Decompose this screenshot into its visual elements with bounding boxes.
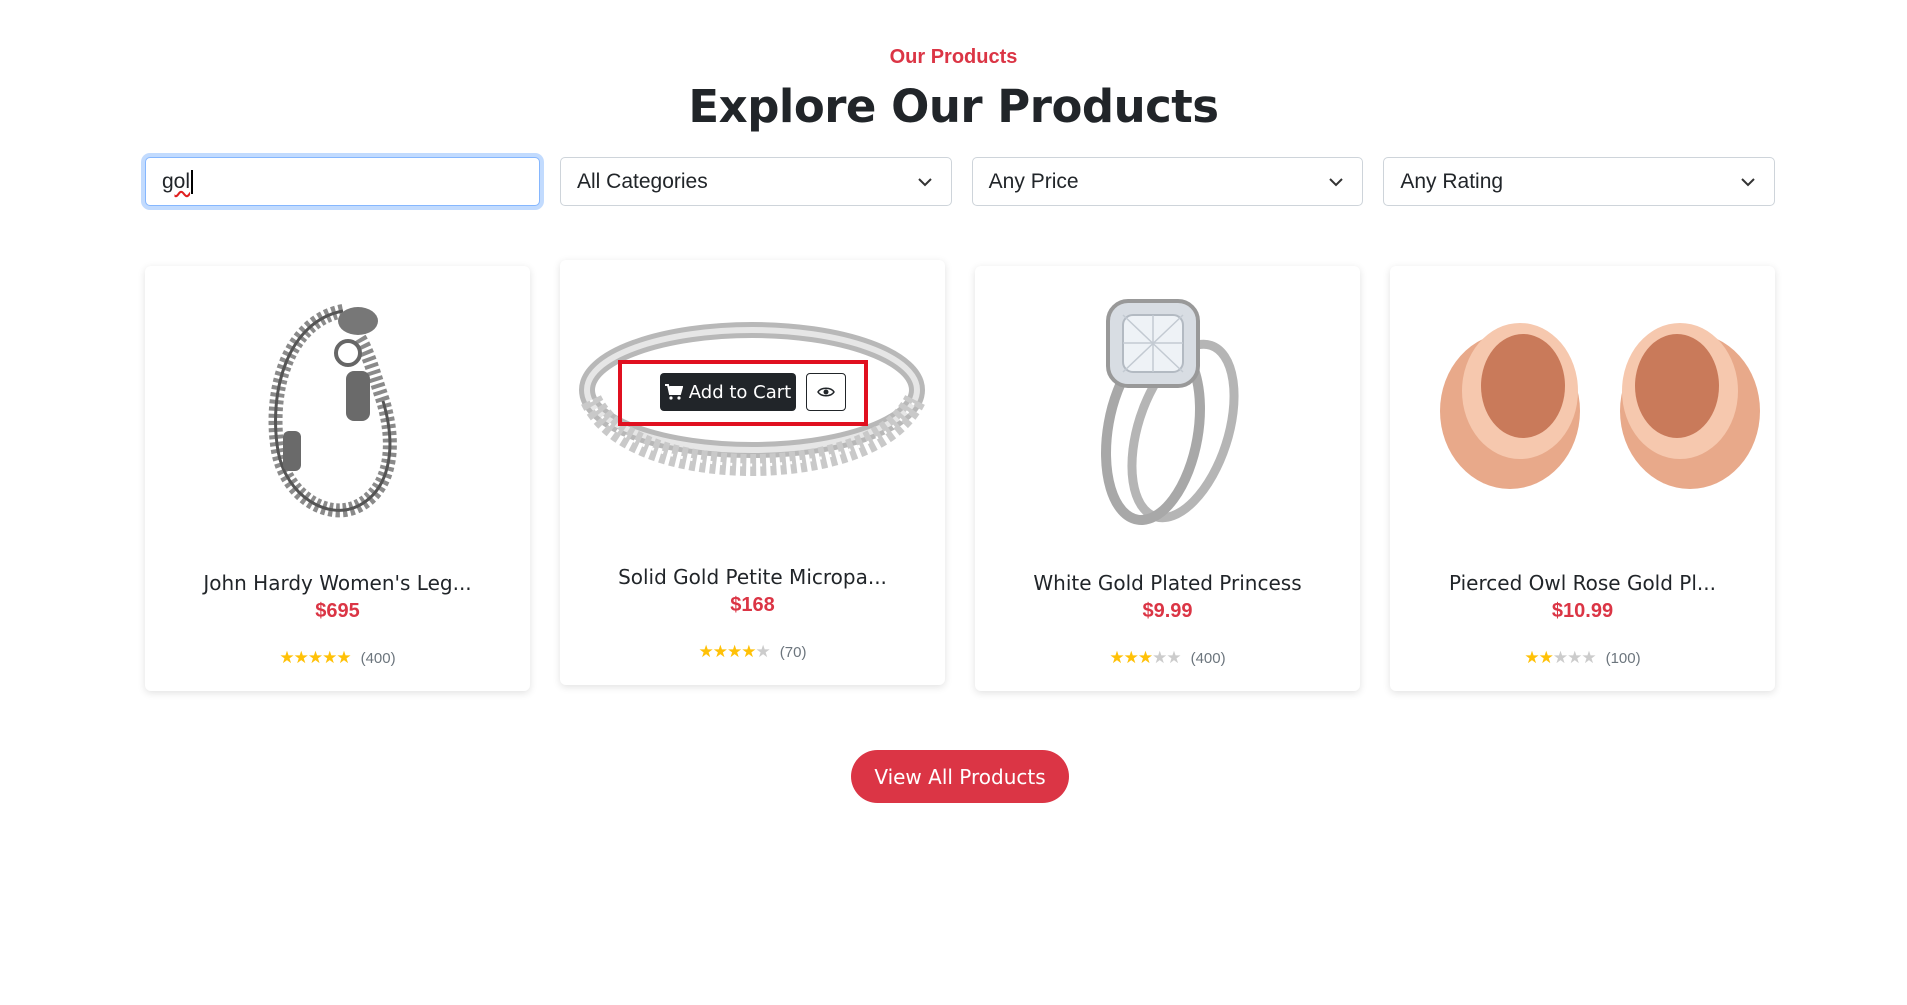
quick-view-button[interactable] bbox=[806, 373, 846, 411]
section-title: Explore Our Products bbox=[688, 80, 1219, 133]
diamond-engagement-ring-set-image bbox=[1100, 299, 1239, 525]
rose-gold-plugs-image bbox=[1440, 323, 1760, 489]
product-price: $168 bbox=[730, 594, 775, 616]
view-all-products-button[interactable]: View All Products bbox=[851, 750, 1069, 803]
review-count: (400) bbox=[1190, 649, 1226, 667]
price-select-value: Any Price bbox=[988, 169, 1079, 193]
rating-select-value: Any Rating bbox=[1400, 169, 1504, 193]
product-name[interactable]: Solid Gold Petite Micropa... bbox=[560, 565, 945, 589]
add-to-cart-button[interactable]: Add to Cart bbox=[660, 373, 796, 411]
product-rating: ★★★★★ (100) bbox=[1390, 648, 1775, 668]
product-rating: ★★★★★ (70) bbox=[560, 642, 945, 662]
star-rating: ★★★★★ bbox=[279, 648, 351, 667]
rating-select[interactable]: Any Rating bbox=[1383, 157, 1776, 206]
cart-icon bbox=[664, 384, 683, 400]
category-select-value: All Categories bbox=[577, 169, 708, 193]
chevron-down-icon bbox=[1741, 177, 1755, 186]
product-name[interactable]: White Gold Plated Princess bbox=[975, 571, 1360, 595]
silver-dragon-bracelet-image bbox=[268, 304, 397, 518]
product-card[interactable]: White Gold Plated Princess $9.99 ★★★★★ (… bbox=[975, 266, 1360, 691]
product-card[interactable]: John Hardy Women's Leg... $695 ★★★★★ (40… bbox=[145, 266, 530, 691]
product-image[interactable] bbox=[160, 281, 515, 526]
search-input[interactable]: gol bbox=[145, 157, 540, 206]
product-price: $10.99 bbox=[1551, 600, 1614, 622]
product-card[interactable]: Add to Cart Solid Gold Petite Micropa...… bbox=[560, 260, 945, 685]
review-count: (100) bbox=[1605, 649, 1641, 667]
product-price: $9.99 bbox=[1142, 600, 1193, 622]
text-caret bbox=[191, 169, 194, 194]
star-rating: ★★★★★ bbox=[698, 642, 771, 661]
price-select[interactable]: Any Price bbox=[971, 157, 1364, 206]
product-rating: ★★★★★ (400) bbox=[145, 648, 530, 668]
review-count: (400) bbox=[360, 649, 396, 667]
filter-bar: gol All Categories Any Price Any Rating bbox=[145, 157, 1776, 206]
chevron-down-icon bbox=[1329, 177, 1344, 186]
review-count: (70) bbox=[779, 643, 807, 661]
product-image[interactable] bbox=[1405, 281, 1760, 526]
star-rating: ★★★★★ bbox=[1524, 648, 1596, 667]
chevron-down-icon bbox=[917, 177, 932, 186]
search-input-value: gol bbox=[162, 169, 191, 193]
section-eyebrow: Our Products bbox=[889, 46, 1018, 68]
add-to-cart-label: Add to Cart bbox=[688, 381, 792, 403]
product-image[interactable] bbox=[990, 281, 1345, 526]
category-select[interactable]: All Categories bbox=[560, 157, 952, 206]
star-rating: ★★★★★ bbox=[1109, 648, 1181, 667]
eye-icon bbox=[817, 387, 835, 397]
product-price: $695 bbox=[315, 600, 360, 622]
product-rating: ★★★★★ (400) bbox=[975, 648, 1360, 668]
product-name[interactable]: John Hardy Women's Leg... bbox=[145, 571, 530, 595]
product-name[interactable]: Pierced Owl Rose Gold Pl... bbox=[1390, 571, 1775, 595]
product-card[interactable]: Pierced Owl Rose Gold Pl... $10.99 ★★★★★… bbox=[1390, 266, 1775, 691]
product-grid: John Hardy Women's Leg... $695 ★★★★★ (40… bbox=[145, 260, 1775, 691]
